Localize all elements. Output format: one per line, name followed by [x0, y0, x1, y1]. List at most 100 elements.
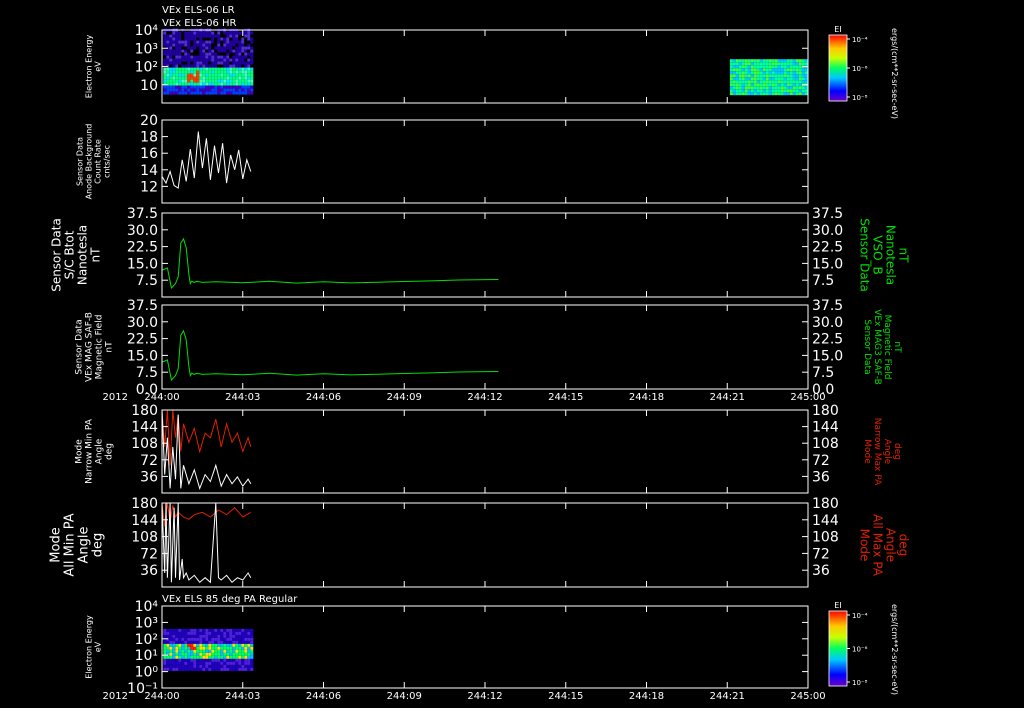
spectrogram-cell [777, 86, 781, 90]
spectrogram-cell [223, 649, 227, 653]
spectrogram-cell [235, 646, 239, 650]
spectrogram-cell [223, 634, 227, 638]
spectrogram-cell [205, 664, 209, 668]
spectrogram-cell [795, 62, 799, 66]
spectrogram-cell [744, 71, 748, 75]
spectrogram-cell [247, 634, 251, 638]
spectrogram-cell [199, 31, 203, 35]
right-y-tick-label: 7.5 [812, 273, 834, 289]
spectrogram-cell [247, 37, 251, 41]
spectrogram-cell [169, 661, 173, 665]
spectrogram-cell [190, 628, 194, 632]
spectrogram-cell [235, 67, 239, 71]
spectrogram-cell [193, 640, 197, 644]
spectrogram-cell [235, 88, 239, 92]
spectrogram-cell [211, 88, 215, 92]
spectrogram-cell [732, 92, 736, 96]
spectrogram-cell [777, 59, 781, 63]
spectrogram-cell [241, 85, 245, 89]
spectrogram-cell [774, 68, 778, 72]
right-y-axis-label-line: Angle [884, 528, 898, 562]
spectrogram-cell [169, 70, 173, 74]
spectrogram-cell [241, 658, 245, 662]
spectrogram-cell [735, 80, 739, 84]
spectrogram-cell [190, 643, 194, 647]
x-tick-label: 244:09 [387, 691, 422, 702]
spectrogram-cell [244, 76, 248, 80]
axes-frame [161, 119, 809, 204]
spectrogram-cell [169, 88, 173, 92]
y-axis-label-line: Angle [77, 527, 92, 564]
y-axis-label-line: Count Rate [94, 139, 103, 184]
y-axis-label-line: nT [105, 341, 115, 353]
spectrogram-cell [181, 664, 185, 668]
spectrogram-cell [738, 59, 742, 63]
spectrogram-cell [196, 49, 200, 53]
spectrogram-cell [211, 34, 215, 38]
spectrogram-cell [786, 83, 790, 87]
spectrogram-cell [199, 649, 203, 653]
right-y-axis-label-line: nT [892, 341, 902, 353]
spectrogram-cell [753, 71, 757, 75]
spectrogram-cell [247, 61, 251, 65]
spectrogram-cell [217, 91, 221, 95]
spectrogram-cell [196, 88, 200, 92]
spectrogram-cell [250, 652, 254, 656]
spectrogram-cell [196, 85, 200, 89]
spectrogram-cell [786, 59, 790, 63]
spectrogram-cell [187, 64, 191, 68]
spectrogram-cell [211, 31, 215, 35]
spectrogram-cell [774, 77, 778, 81]
spectrogram-cell [244, 46, 248, 50]
spectrogram-cell [220, 82, 224, 86]
spectrogram-cell [199, 631, 203, 635]
spectrogram-cell [208, 40, 212, 44]
y-axis-label-line: Narrow Min PA [85, 418, 95, 484]
spectrogram-cell [187, 643, 191, 647]
spectrogram-cell [163, 34, 167, 38]
spectrogram-cell [169, 91, 173, 95]
spectrogram-cell [226, 67, 230, 71]
spectrogram-cell [178, 37, 182, 41]
spectrogram-cell [196, 667, 200, 671]
spectrogram-cell [196, 31, 200, 35]
spectrogram-cell [166, 88, 170, 92]
spectrogram-cell [229, 76, 233, 80]
colorbar-title: EI [834, 601, 841, 610]
spectrogram-cell [235, 658, 239, 662]
spectrogram-cell [762, 65, 766, 69]
spectrogram-cell [238, 64, 242, 68]
spectrogram-cell [732, 68, 736, 72]
spectrogram-cell [786, 89, 790, 93]
spectrogram-cell [798, 65, 802, 69]
spectrogram-cell [196, 76, 200, 80]
spectrogram-cell [211, 79, 215, 83]
spectrogram-cell [226, 43, 230, 47]
spectrogram-cell [765, 74, 769, 78]
spectrogram-cell [178, 82, 182, 86]
spectrogram-cell [172, 628, 176, 632]
spectrogram-cell [199, 88, 203, 92]
right-y-tick-label: 180 [812, 403, 839, 419]
spectrogram-cell [181, 46, 185, 50]
spectrogram-cell [738, 62, 742, 66]
spectrogram-cell [250, 43, 254, 47]
spectrogram-cell [199, 640, 203, 644]
spectrogram-cell [163, 37, 167, 41]
spectrogram-cell [235, 85, 239, 89]
spectrogram-cell [184, 31, 188, 35]
spectrogram-cell [208, 649, 212, 653]
spectrogram-cell [196, 631, 200, 635]
spectrogram-cell [178, 631, 182, 635]
spectrogram-cell [175, 637, 179, 641]
spectrogram-cell [184, 631, 188, 635]
spectrogram-cell [187, 73, 191, 77]
spectrogram-cell [223, 55, 227, 59]
spectrogram-cell [220, 634, 224, 638]
spectrogram-cell [235, 631, 239, 635]
series-line [161, 409, 252, 466]
spectrogram-cell [211, 646, 215, 650]
spectrogram-cell [226, 664, 230, 668]
spectrogram-cell [202, 46, 206, 50]
spectrogram-cell [169, 634, 173, 638]
